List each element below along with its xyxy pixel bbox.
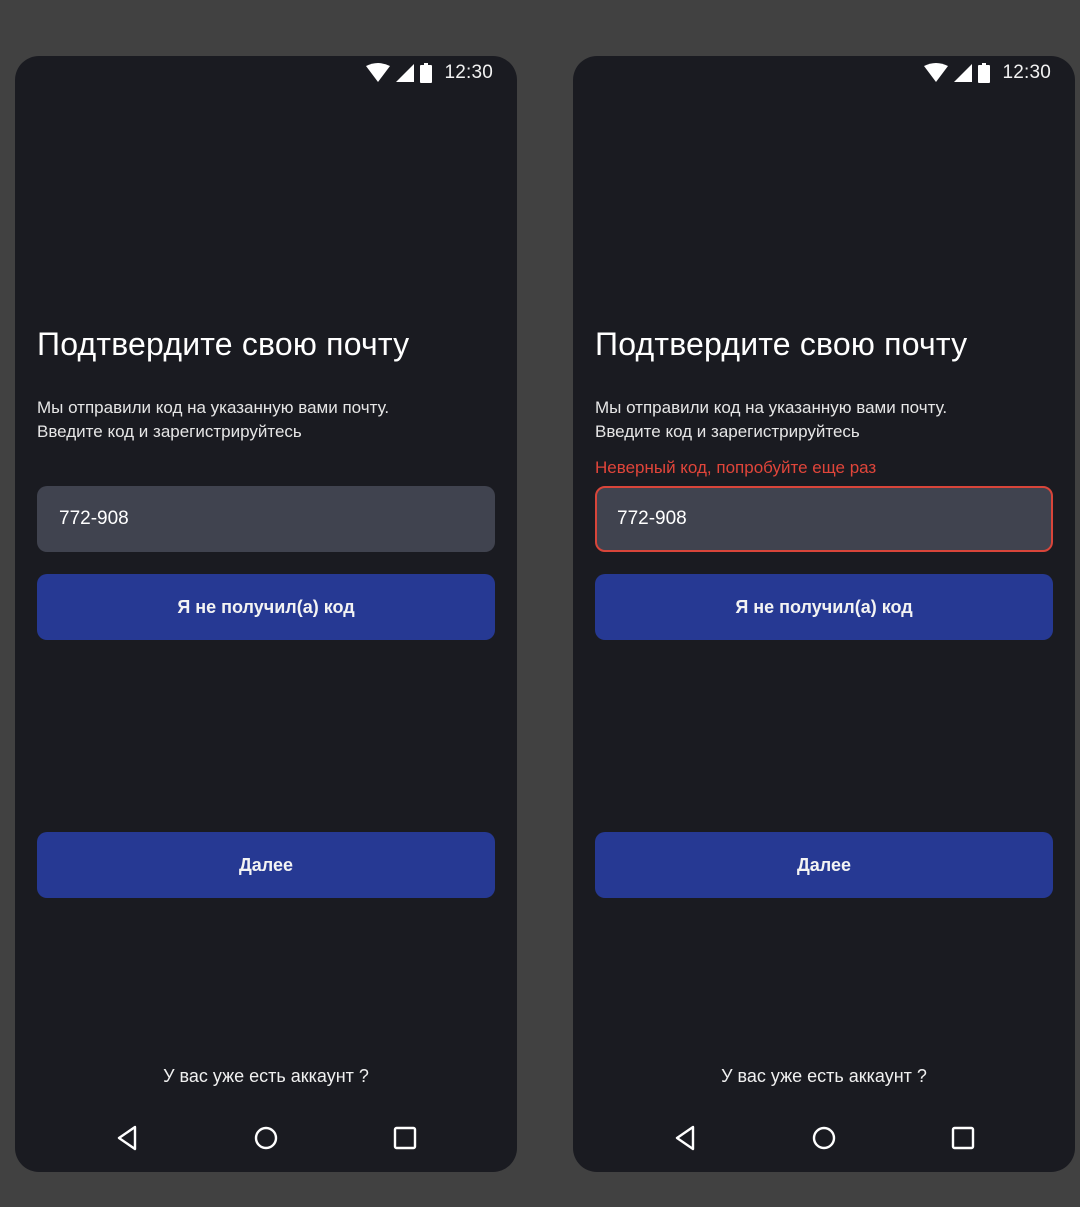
recents-icon[interactable] [387, 1120, 423, 1156]
mockup-canvas: 12:30 Подтвердите свою почту Мы отправил… [0, 0, 1080, 1207]
battery-icon [978, 63, 991, 83]
home-icon[interactable] [248, 1120, 284, 1156]
page-description: Мы отправили код на указанную вами почту… [595, 396, 947, 444]
recents-icon[interactable] [945, 1120, 981, 1156]
wifi-icon [366, 63, 391, 83]
status-time: 12:30 [1002, 62, 1051, 83]
description-line-2: Введите код и зарегистрируйтесь [37, 422, 302, 441]
home-icon[interactable] [806, 1120, 842, 1156]
status-time: 12:30 [444, 62, 493, 83]
page-description: Мы отправили код на указанную вами почту… [37, 396, 389, 444]
status-bar: 12:30 [924, 56, 1051, 90]
phone-screen-default: 12:30 Подтвердите свою почту Мы отправил… [15, 56, 517, 1172]
next-button[interactable]: Далее [37, 832, 495, 898]
system-nav-bar [573, 1120, 1075, 1156]
wifi-icon [924, 63, 949, 83]
cellular-signal-icon [954, 63, 973, 83]
cellular-signal-icon [396, 63, 415, 83]
resend-code-button[interactable]: Я не получил(а) код [595, 574, 1053, 640]
page-title: Подтвердите свою почту [595, 326, 968, 362]
error-message: Неверный код, попробуйте еще раз [595, 458, 877, 477]
existing-account-link[interactable]: У вас уже есть аккаунт ? [573, 1066, 1075, 1087]
back-icon[interactable] [668, 1120, 704, 1156]
existing-account-link[interactable]: У вас уже есть аккаунт ? [15, 1066, 517, 1087]
back-icon[interactable] [110, 1120, 146, 1156]
page-title: Подтвердите свою почту [37, 326, 410, 362]
next-button[interactable]: Далее [595, 832, 1053, 898]
description-line-1: Мы отправили код на указанную вами почту… [37, 398, 390, 417]
battery-icon [420, 63, 433, 83]
verification-code-input[interactable] [595, 486, 1053, 552]
verification-code-input[interactable] [37, 486, 495, 552]
description-line-2: Введите код и зарегистрируйтесь [595, 422, 860, 441]
phone-screen-error: 12:30 Подтвердите свою почту Мы отправил… [573, 56, 1075, 1172]
status-bar: 12:30 [366, 56, 493, 90]
system-nav-bar [15, 1120, 517, 1156]
resend-code-button[interactable]: Я не получил(а) код [37, 574, 495, 640]
description-line-1: Мы отправили код на указанную вами почту… [595, 398, 948, 417]
